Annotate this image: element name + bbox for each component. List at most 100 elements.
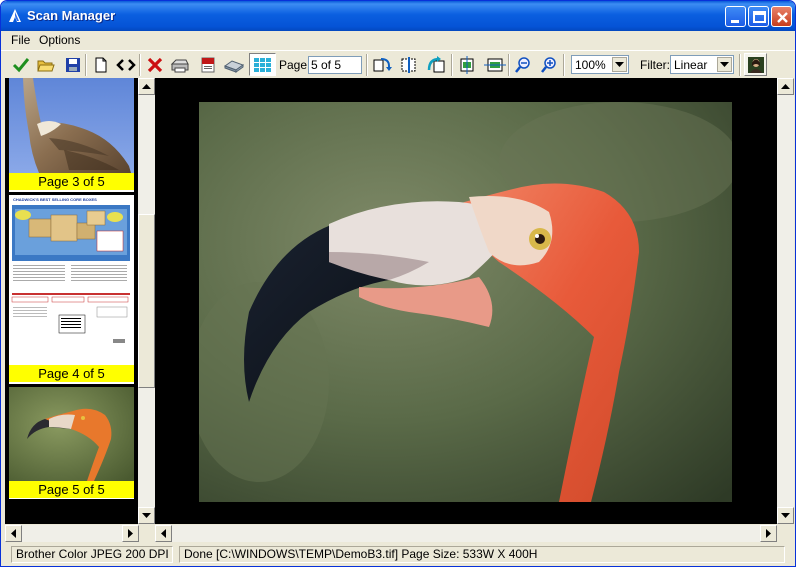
rotate-left-button[interactable] bbox=[370, 53, 393, 76]
toolbar-separator bbox=[739, 54, 741, 76]
scroll-left-button[interactable] bbox=[5, 525, 22, 542]
filter-select[interactable]: Linear bbox=[670, 55, 734, 74]
scanner-status: Brother Color JPEG 200 DPI bbox=[11, 546, 173, 563]
zoom-value: 100% bbox=[575, 58, 606, 72]
toolbar: Page: 5 of 5 100% Filter: Linear bbox=[1, 50, 795, 78]
chevron-right-icon bbox=[765, 529, 771, 538]
close-icon bbox=[777, 12, 788, 23]
toolbar-separator bbox=[366, 54, 368, 76]
toolbar-separator bbox=[451, 54, 453, 76]
thumbnail-pane: Page 3 of 5 CHADWICK'S BEST SELLING CORE… bbox=[5, 78, 155, 524]
pdf-button[interactable] bbox=[196, 53, 219, 76]
maximize-icon bbox=[753, 11, 766, 23]
toolbar-separator bbox=[85, 54, 87, 76]
toolbar-separator bbox=[139, 54, 141, 76]
flip-button[interactable] bbox=[397, 53, 420, 76]
filter-label: Filter: bbox=[640, 58, 670, 72]
blank-page-icon bbox=[95, 57, 106, 72]
chevron-left-icon bbox=[10, 529, 16, 538]
menu-file[interactable]: File bbox=[11, 33, 30, 47]
pdf-document-icon bbox=[201, 57, 214, 72]
printer-icon bbox=[170, 59, 189, 72]
chevron-down-icon[interactable] bbox=[717, 57, 732, 72]
fit-height-button[interactable] bbox=[455, 53, 478, 76]
thumbnail-caption: Page 4 of 5 bbox=[9, 365, 134, 382]
toolbar-separator bbox=[563, 54, 565, 76]
scanner-icon bbox=[223, 59, 244, 73]
page-label: Page: bbox=[279, 58, 311, 72]
document-headline: CHADWICK'S BEST SELLING CORE BOXES bbox=[13, 197, 97, 202]
file-status: Done [C:\WINDOWS\TEMP\DemoB3.tif] Page S… bbox=[179, 546, 785, 563]
fit-width-button[interactable] bbox=[483, 53, 506, 76]
close-button[interactable] bbox=[771, 6, 792, 27]
scroll-down-button[interactable] bbox=[777, 507, 794, 524]
rotate-right-icon bbox=[427, 55, 444, 72]
title-bar[interactable]: Scan Manager bbox=[1, 1, 795, 31]
chevron-right-icon bbox=[127, 529, 133, 538]
scrollbar-corner bbox=[777, 525, 794, 542]
scroll-down-button[interactable] bbox=[138, 507, 155, 524]
viewer-vertical-scrollbar[interactable] bbox=[777, 78, 794, 524]
scroll-left-button[interactable] bbox=[155, 525, 172, 542]
swap-pages-button[interactable] bbox=[114, 53, 137, 76]
rotate-right-button[interactable] bbox=[424, 53, 447, 76]
accept-button[interactable] bbox=[9, 53, 32, 76]
scroll-right-button[interactable] bbox=[122, 525, 139, 542]
chevron-down-icon[interactable] bbox=[612, 57, 627, 72]
save-button[interactable] bbox=[61, 53, 84, 76]
main-image bbox=[199, 102, 732, 502]
thumbnail-horizontal-scrollbar[interactable] bbox=[5, 525, 139, 542]
zoom-in-button[interactable] bbox=[537, 53, 560, 76]
page-number-field[interactable]: 5 of 5 bbox=[308, 56, 362, 74]
chevron-down-icon bbox=[142, 512, 151, 518]
thumbnail-vertical-scrollbar[interactable] bbox=[138, 78, 155, 524]
maximize-button[interactable] bbox=[748, 6, 769, 27]
thumbnail-caption: Page 3 of 5 bbox=[9, 173, 134, 190]
open-button[interactable] bbox=[34, 53, 57, 76]
thumbnail-caption: Page 5 of 5 bbox=[9, 481, 134, 498]
zoom-out-icon bbox=[514, 56, 530, 73]
minimize-button[interactable] bbox=[725, 6, 746, 27]
flip-icon bbox=[401, 56, 415, 73]
chevron-up-icon bbox=[142, 83, 151, 89]
filter-value: Linear bbox=[674, 58, 708, 72]
thumbnail-page-4[interactable]: CHADWICK'S BEST SELLING CORE BOXES Page … bbox=[9, 195, 134, 384]
scroll-up-button[interactable] bbox=[138, 78, 155, 95]
viewer-horizontal-scrollbar[interactable] bbox=[155, 525, 777, 542]
toolbar-separator bbox=[508, 54, 510, 76]
app-icon bbox=[9, 9, 21, 22]
chevron-up-icon bbox=[781, 83, 790, 89]
grid-icon bbox=[253, 57, 271, 72]
zoom-out-button[interactable] bbox=[511, 53, 534, 76]
delete-button[interactable] bbox=[143, 53, 166, 76]
menu-bar: File Options bbox=[1, 31, 795, 49]
thumbnail-image bbox=[9, 387, 134, 481]
new-page-button[interactable] bbox=[89, 53, 112, 76]
scan-button[interactable] bbox=[222, 53, 245, 76]
image-viewer[interactable] bbox=[155, 78, 777, 524]
fit-width-icon bbox=[483, 58, 506, 71]
scroll-up-button[interactable] bbox=[777, 78, 794, 95]
red-x-icon bbox=[147, 57, 162, 72]
floppy-disk-icon bbox=[65, 57, 80, 72]
scroll-right-button[interactable] bbox=[760, 525, 777, 542]
chevron-left-icon bbox=[160, 529, 166, 538]
folder-open-icon bbox=[36, 60, 55, 71]
thumbnail-page-3[interactable]: Page 3 of 5 bbox=[9, 78, 134, 192]
minimize-icon bbox=[731, 20, 739, 23]
status-bar: Brother Color JPEG 200 DPI Done [C:\WIND… bbox=[1, 544, 795, 566]
thumbnail-grid-button[interactable] bbox=[249, 53, 276, 76]
thumbnail-image bbox=[9, 78, 134, 173]
portrait-icon bbox=[747, 56, 764, 73]
zoom-select[interactable]: 100% bbox=[571, 55, 629, 74]
menu-options[interactable]: Options bbox=[39, 33, 80, 47]
print-button[interactable] bbox=[168, 53, 191, 76]
about-button[interactable] bbox=[744, 53, 767, 76]
fit-height-icon bbox=[460, 55, 473, 74]
rotate-left-icon bbox=[373, 57, 392, 71]
chevron-down-icon bbox=[781, 512, 790, 518]
zoom-in-icon bbox=[540, 56, 556, 73]
scroll-thumb[interactable] bbox=[138, 214, 155, 388]
thumbnail-page-5[interactable]: Page 5 of 5 bbox=[9, 387, 134, 499]
left-right-arrows-icon bbox=[115, 58, 136, 71]
